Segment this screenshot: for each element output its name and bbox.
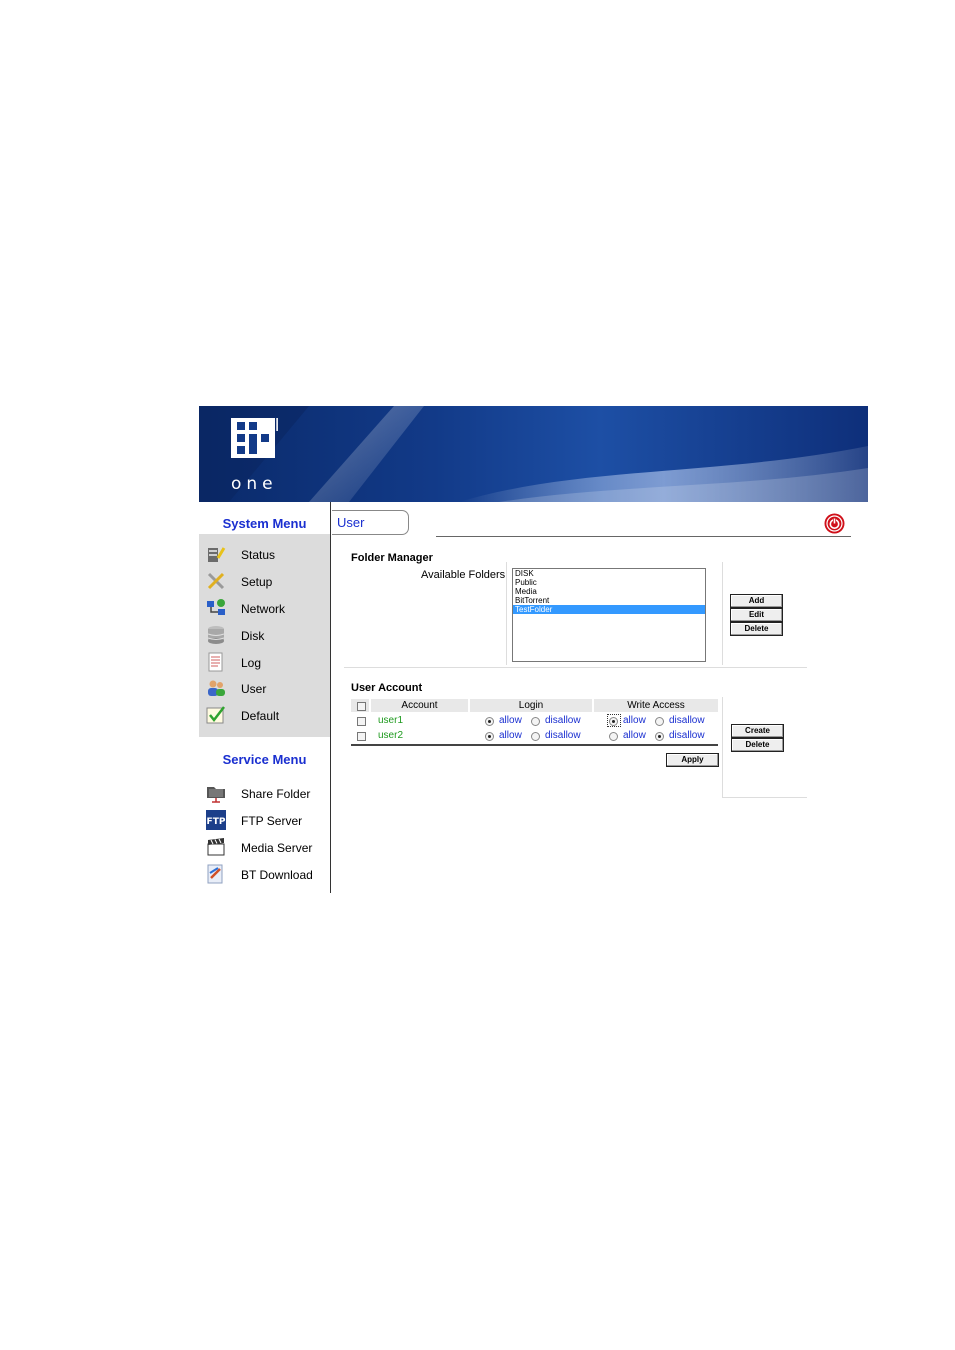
media-server-icon — [207, 838, 225, 856]
sidebar: System Menu Status Setup Network Disk Lo… — [199, 502, 331, 893]
ftp-icon: FTP — [206, 810, 226, 830]
divider — [722, 697, 723, 797]
write-disallow-radio-user2[interactable] — [655, 732, 664, 741]
user-icon — [208, 680, 225, 696]
sidebar-item-label: Media Server — [241, 841, 313, 855]
sidebar-item-share-folder[interactable]: Share Folder — [199, 783, 330, 805]
sidebar-item-label: User — [241, 682, 267, 696]
sidebar-item-label: Default — [241, 709, 280, 723]
section-divider — [344, 667, 807, 668]
write-allow-radio-user1[interactable] — [609, 717, 618, 726]
sidebar-item-label: FTP Server — [241, 814, 303, 828]
create-user-button[interactable]: Create — [731, 724, 784, 738]
radio-label: allow — [499, 715, 522, 726]
sidebar-item-network[interactable]: Network — [199, 598, 330, 620]
sidebar-item-label: Network — [241, 602, 286, 616]
log-icon — [208, 652, 223, 672]
radio-label: allow — [623, 730, 646, 741]
sidebar-item-label: Setup — [241, 575, 273, 589]
divider — [506, 562, 507, 665]
radio-label: disallow — [669, 730, 705, 741]
sidebar-item-status[interactable]: Status — [199, 544, 330, 566]
column-header-account: Account — [371, 699, 468, 712]
bt-download-icon — [207, 864, 223, 884]
edit-folder-button[interactable]: Edit — [730, 608, 783, 622]
share-folder-icon — [207, 787, 225, 803]
sidebar-item-disk[interactable]: Disk — [199, 625, 330, 647]
sidebar-item-media-server[interactable]: Media Server — [199, 837, 330, 859]
radio-label: disallow — [545, 715, 581, 726]
folder-option[interactable]: Media — [513, 587, 705, 596]
write-disallow-radio-user1[interactable] — [655, 717, 664, 726]
logo-mark-icon — [231, 418, 275, 458]
sidebar-item-label: BT Download — [241, 868, 313, 882]
login-disallow-radio-user2[interactable] — [531, 732, 540, 741]
folder-option[interactable]: Public — [513, 578, 705, 587]
system-menu-title: System Menu — [222, 516, 307, 531]
select-all-checkbox[interactable] — [357, 702, 366, 711]
logo-text-one: one — [231, 474, 278, 494]
radio-label: allow — [499, 730, 522, 741]
login-allow-radio-user2[interactable] — [485, 732, 494, 741]
section-divider — [722, 797, 807, 798]
write-allow-radio-user2[interactable] — [609, 732, 618, 741]
account-name[interactable]: user2 — [378, 730, 403, 741]
login-allow-radio-user1[interactable] — [485, 717, 494, 726]
folder-option[interactable]: DISK — [513, 569, 705, 578]
sidebar-item-label: Status — [241, 548, 276, 562]
banner-decoration — [199, 406, 868, 502]
add-folder-button[interactable]: Add — [730, 594, 783, 608]
column-header-login: Login — [470, 699, 592, 712]
levelone-logo: level one — [231, 418, 281, 494]
tab-underline — [436, 536, 851, 537]
sidebar-item-setup[interactable]: Setup — [199, 571, 330, 593]
delete-user-button[interactable]: Delete — [731, 738, 784, 752]
tab-user[interactable]: User — [332, 510, 409, 535]
nas-admin-app: level one System Menu Status — [199, 406, 868, 893]
folder-option-selected[interactable]: TestFolder — [513, 605, 705, 614]
setup-icon — [207, 572, 225, 590]
network-icon — [207, 599, 225, 615]
sidebar-item-ftp-server[interactable]: FTP FTP Server — [199, 810, 330, 832]
default-icon — [206, 706, 225, 724]
radio-label: disallow — [545, 730, 581, 741]
select-all-header — [351, 699, 369, 712]
power-icon[interactable] — [824, 513, 845, 534]
system-menu-panel: Status Setup Network Disk Log User Defau… — [199, 534, 330, 737]
radio-label: allow — [623, 715, 646, 726]
login-disallow-radio-user1[interactable] — [531, 717, 540, 726]
user-account-title: User Account — [351, 682, 423, 694]
row-checkbox-user1[interactable] — [357, 717, 366, 726]
sidebar-item-label: Disk — [241, 629, 265, 643]
service-menu-title: Service Menu — [222, 752, 307, 767]
available-folders-label: Available Folders — [421, 569, 506, 581]
status-icon — [208, 547, 226, 562]
divider — [722, 562, 723, 665]
folder-option[interactable]: BitTorrent — [513, 596, 705, 605]
column-header-write-access: Write Access — [594, 699, 718, 712]
available-folders-listbox[interactable]: DISK Public Media BitTorrent TestFolder — [512, 568, 706, 662]
sidebar-item-label: Share Folder — [241, 787, 311, 801]
svg-text:FTP: FTP — [207, 817, 226, 827]
table-bottom-rule — [351, 744, 718, 746]
apply-button[interactable]: Apply — [666, 753, 719, 767]
disk-icon — [207, 626, 225, 644]
sidebar-item-bt-download[interactable]: BT Download — [199, 864, 330, 886]
sidebar-item-default[interactable]: Default — [199, 705, 330, 727]
delete-folder-button[interactable]: Delete — [730, 622, 783, 636]
tab-label: User — [337, 515, 365, 530]
sidebar-item-log[interactable]: Log — [199, 652, 330, 674]
folder-manager-title: Folder Manager — [351, 552, 433, 564]
sidebar-item-user[interactable]: User — [199, 678, 330, 700]
row-checkbox-user2[interactable] — [357, 732, 366, 741]
account-name[interactable]: user1 — [378, 715, 403, 726]
radio-label: disallow — [669, 715, 705, 726]
header-banner: level one — [199, 406, 868, 502]
sidebar-item-label: Log — [241, 656, 262, 670]
